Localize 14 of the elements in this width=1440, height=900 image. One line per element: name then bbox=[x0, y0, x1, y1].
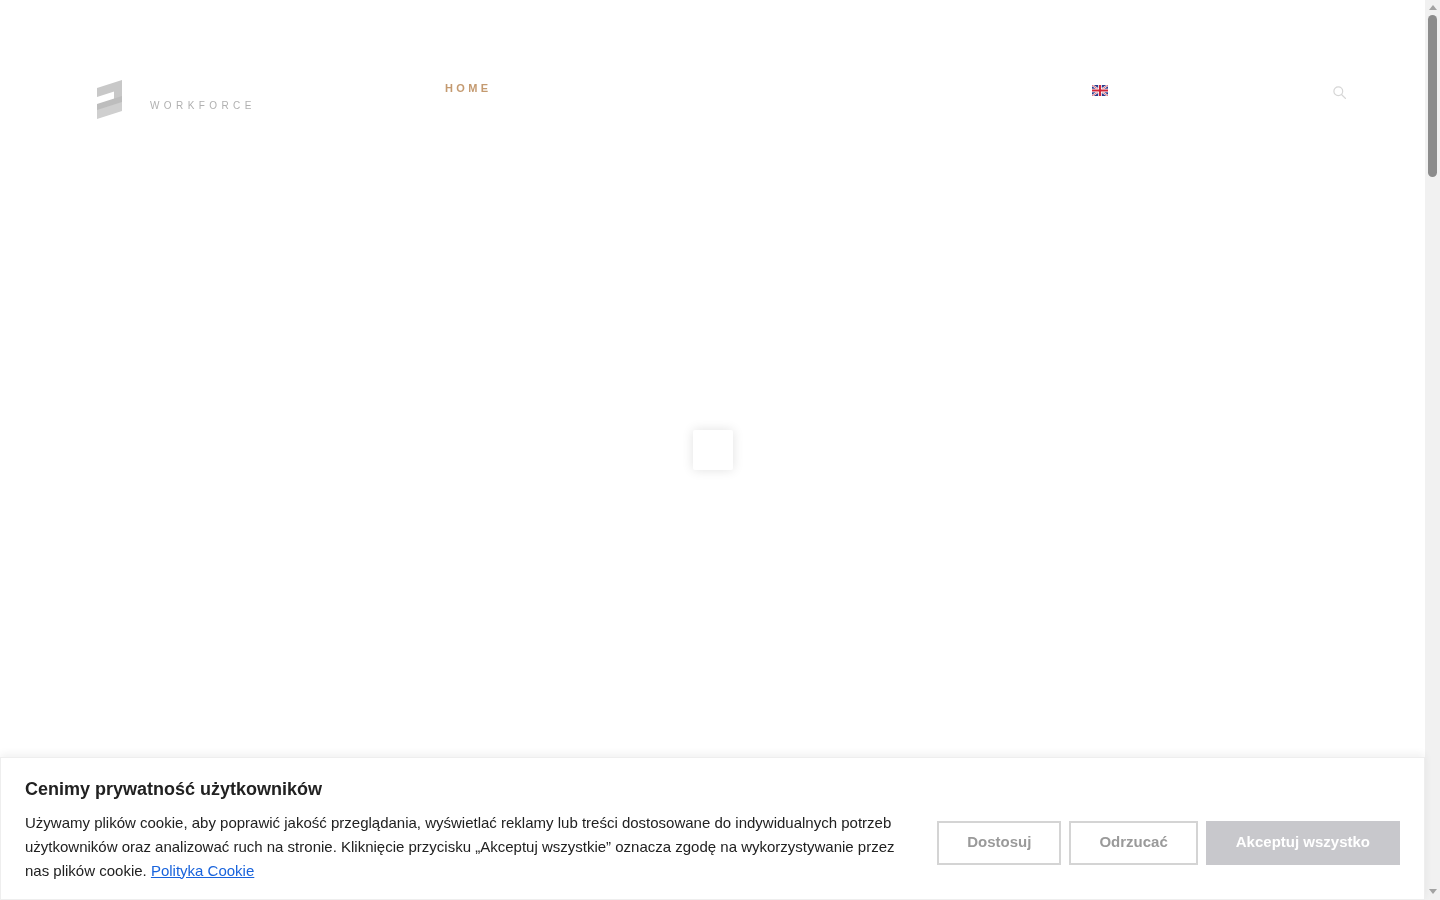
cookie-title: Cenimy prywatność użytkowników bbox=[25, 777, 323, 801]
search-icon[interactable] bbox=[1333, 86, 1346, 99]
scrollbar[interactable] bbox=[1425, 0, 1440, 900]
cookie-policy-link[interactable]: Polityka Cookie bbox=[150, 861, 255, 879]
cookie-option-button[interactable]: Dostosuj bbox=[937, 820, 1062, 865]
scroll-up-icon[interactable] bbox=[1428, 5, 1437, 10]
logo-icon[interactable] bbox=[97, 80, 122, 119]
scroll-down-icon[interactable] bbox=[1428, 889, 1437, 894]
cookie-option-button[interactable]: Odrzucać bbox=[1069, 820, 1198, 865]
nav-link[interactable]: HOME bbox=[445, 80, 492, 96]
scrollbar-thumb[interactable] bbox=[1428, 15, 1437, 177]
cookie-text: Używamy plików cookie, aby poprawić jakość przeglądania, wyświetlać reklamy lub treści dostosowane do indywidualnych potrzeb użytkowników oraz analizować ruch na stronie. Kliknięcie przycisku „Akceptuj wszystkie” oznacza zgodę na wykorzystywanie przez nas plików cookie. Polityka Cookie bbox=[25, 812, 896, 881]
uk-flag-icon[interactable] bbox=[1092, 85, 1108, 96]
logo-text[interactable]: WORKFORCE bbox=[150, 100, 256, 112]
